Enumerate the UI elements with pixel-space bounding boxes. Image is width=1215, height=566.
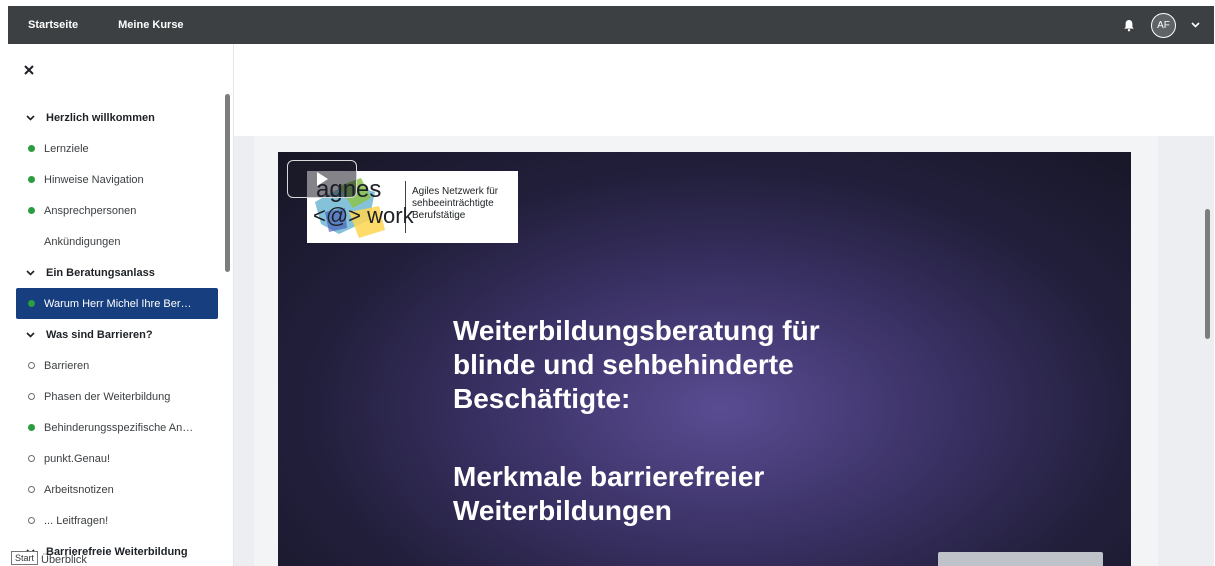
completion-incomplete-icon — [28, 517, 35, 524]
chevron-down-icon[interactable] — [26, 331, 40, 338]
logo-word-work: <@> work — [313, 203, 414, 228]
sidebar-scrollbar[interactable] — [225, 94, 230, 272]
nav-link-meine-kurse[interactable]: Meine Kurse — [118, 19, 183, 31]
list-item-label: ... Leitfragen! — [44, 514, 109, 527]
list-item-label: Arbeitsnotizen — [44, 483, 114, 496]
close-icon[interactable] — [24, 62, 36, 75]
content-gutter — [234, 136, 254, 566]
list-item-label: Ankündigungen — [44, 235, 121, 248]
course-index-list: Herzlich willkommen Lernziele Hinweise Nav… — [16, 102, 218, 566]
completion-incomplete-icon — [28, 362, 35, 369]
list-item[interactable]: punkt.Genau! — [16, 443, 218, 474]
list-item[interactable]: Phasen der Weiterbildung — [16, 381, 218, 412]
user-avatar[interactable]: AF — [1151, 12, 1176, 38]
list-item[interactable]: Hinweise Navigation — [16, 164, 218, 195]
completion-incomplete-icon — [28, 486, 35, 493]
user-menu-area: AF — [1121, 6, 1200, 44]
content-gutter-right — [1158, 136, 1214, 566]
list-item[interactable]: Lernziele — [16, 133, 218, 164]
chevron-down-icon[interactable] — [1190, 20, 1200, 30]
chevron-down-icon[interactable] — [26, 114, 40, 121]
logo-tagline: Agiles Netzwerk für sehbeeinträchtigte B… — [412, 186, 499, 221]
section-header[interactable]: Was sind Barrieren? — [16, 319, 218, 350]
section-header[interactable]: Ein Beratungsanlass — [16, 257, 218, 288]
app-frame: Startseite Meine Kurse AF Herzlich willk… — [8, 6, 1214, 566]
list-item-label: Behinderungsspezifische An… — [44, 421, 194, 434]
list-item[interactable]: Arbeitsnotizen — [16, 474, 218, 505]
completion-complete-icon — [28, 424, 35, 431]
completion-incomplete-icon — [28, 393, 35, 400]
completion-complete-icon — [28, 300, 35, 307]
list-item-label: Ein Beratungsanlass — [46, 266, 155, 279]
chevron-down-icon[interactable] — [26, 269, 40, 276]
list-item-partial[interactable]: Überblick — [41, 554, 87, 566]
completion-complete-icon — [28, 207, 35, 214]
nav-link-startseite[interactable]: Startseite — [28, 19, 78, 31]
completion-complete-icon — [28, 176, 35, 183]
list-item-label: Was sind Barrieren? — [46, 328, 153, 341]
video-player[interactable]: agnes <@> work Agiles Netzwerk für sehbe… — [278, 152, 1131, 566]
list-item-label: punkt.Genau! — [44, 452, 111, 465]
slide-subtitle: Merkmale barrierefreier Weiterbildungen — [453, 461, 765, 526]
play-button[interactable] — [287, 160, 357, 198]
list-item[interactable]: Ankündigungen — [16, 226, 218, 257]
course-index-drawer: Herzlich willkommen Lernziele Hinweise Nav… — [8, 44, 234, 566]
list-item[interactable]: Barrieren — [16, 350, 218, 381]
section-header[interactable]: Herzlich willkommen — [16, 102, 218, 133]
play-icon — [317, 172, 328, 186]
notification-bell-icon[interactable] — [1121, 17, 1137, 33]
list-item-active[interactable]: Warum Herr Michel Ihre Ber… — [16, 288, 218, 319]
list-item-label: Phasen der Weiterbildung — [44, 390, 171, 403]
top-navbar: Startseite Meine Kurse AF — [8, 6, 1214, 44]
page-scrollbar[interactable] — [1205, 209, 1210, 339]
list-item-label: Herzlich willkommen — [46, 111, 155, 124]
list-item-label: Hinweise Navigation — [44, 173, 144, 186]
list-item-label: Barrieren — [44, 359, 90, 372]
list-item[interactable]: Ansprechpersonen — [16, 195, 218, 226]
completion-complete-icon — [28, 145, 35, 152]
list-item-label: Lernziele — [44, 142, 89, 155]
list-item[interactable]: Behinderungsspezifische An… — [16, 412, 218, 443]
list-item-label: Ansprechpersonen — [44, 204, 137, 217]
list-item-label: Warum Herr Michel Ihre Ber… — [44, 297, 192, 310]
page-header-area — [234, 44, 1214, 136]
list-item[interactable]: ... Leitfragen! — [16, 505, 218, 536]
status-spacer — [28, 238, 35, 245]
start-tooltip: Start — [11, 551, 39, 565]
completion-incomplete-icon — [28, 455, 35, 462]
slide-card — [938, 552, 1103, 566]
slide-title: Weiterbildungsberatung für blinde und se… — [453, 315, 820, 414]
